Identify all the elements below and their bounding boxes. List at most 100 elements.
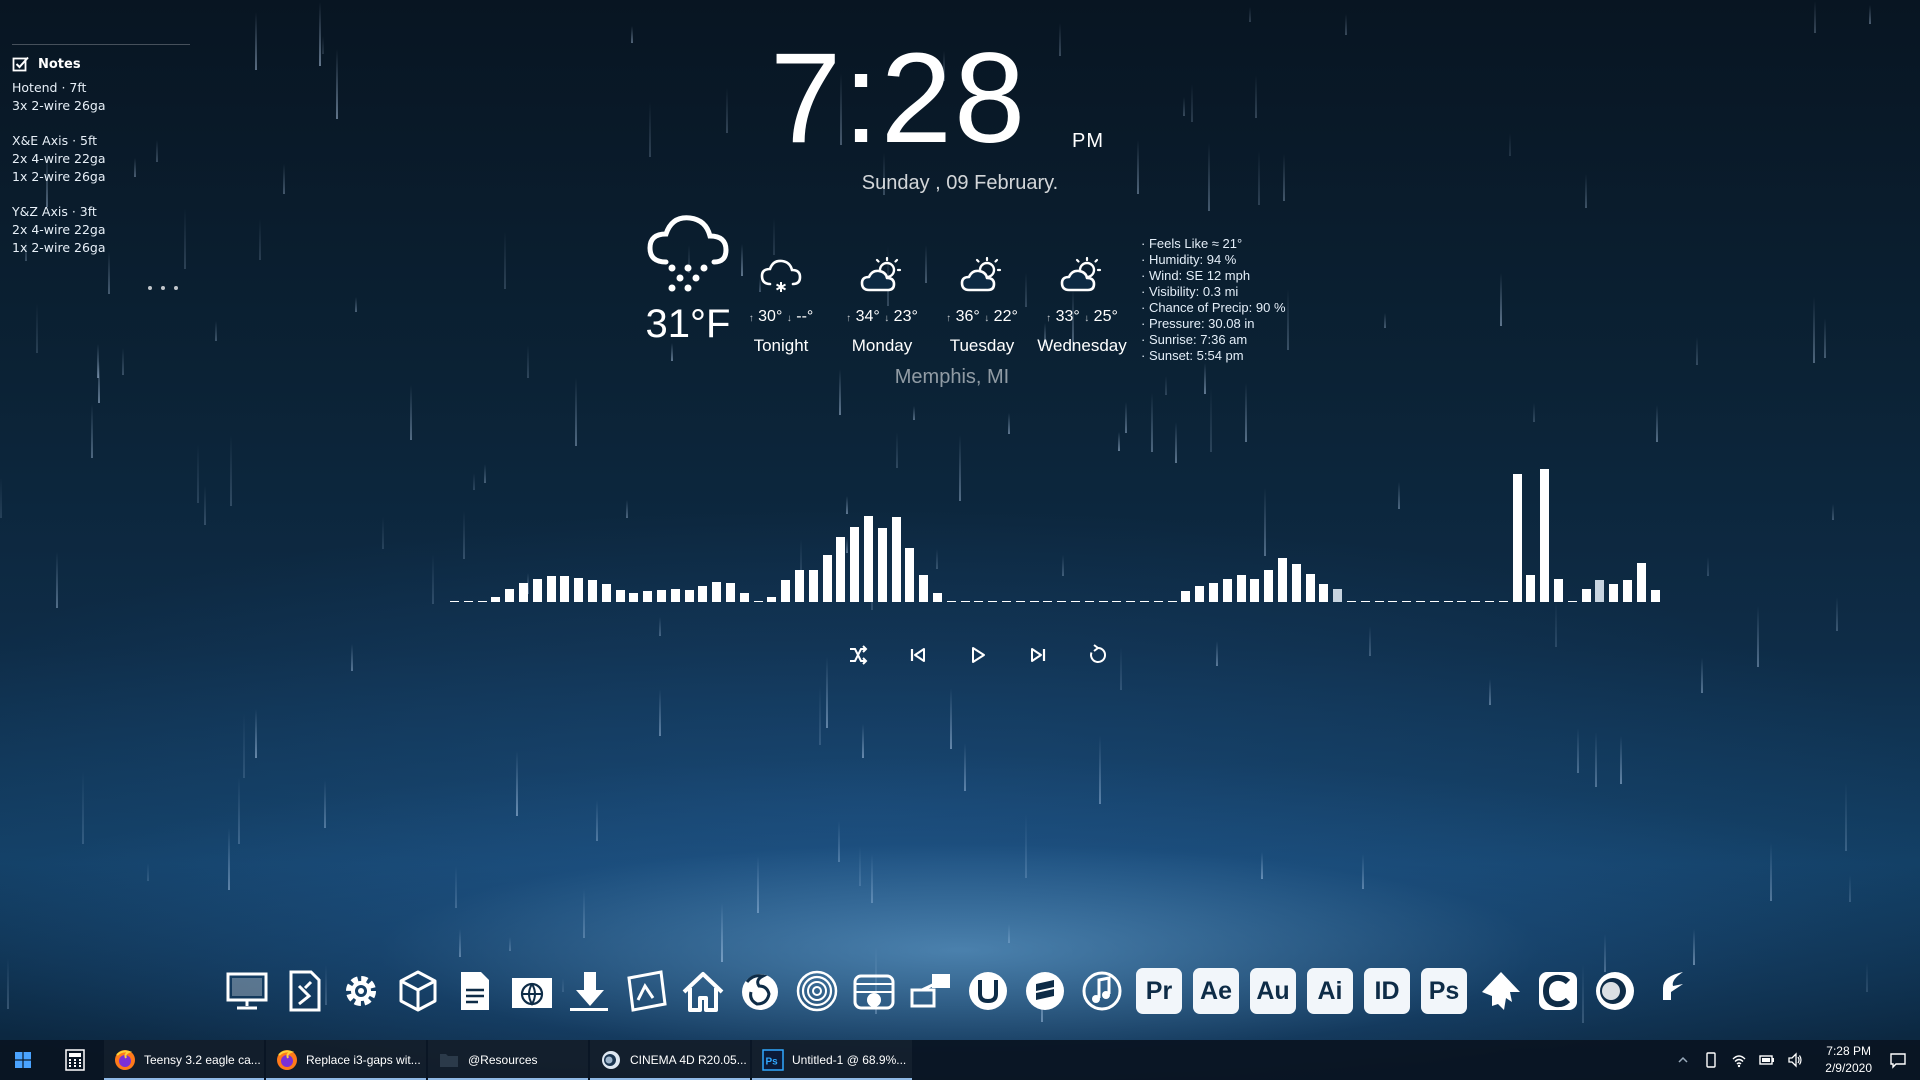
chevron-up-icon[interactable]: [1675, 1052, 1691, 1068]
note-line: 3x 2-wire 26ga: [12, 98, 106, 113]
shuffle-button[interactable]: [845, 642, 871, 668]
indesign-icon: ID: [1364, 968, 1410, 1014]
visualizer-bar: [1402, 600, 1412, 602]
visualizer-bar: [974, 600, 984, 602]
visualizer-bar: [767, 596, 777, 602]
dock-settings[interactable]: [337, 966, 385, 1016]
wifi-icon[interactable]: [1731, 1052, 1747, 1068]
partly-cloudy-icon: [860, 256, 902, 292]
dock-indesign[interactable]: ID: [1363, 966, 1411, 1016]
pinned-calculator[interactable]: [46, 1040, 104, 1080]
clock-date: Sunday , 09 February.: [861, 172, 1059, 194]
repeat-button[interactable]: [1085, 642, 1111, 668]
dock-crypto-wallet[interactable]: [850, 966, 898, 1016]
volume-icon[interactable]: [1787, 1052, 1803, 1068]
previous-button[interactable]: [905, 642, 931, 668]
dock-inkscape[interactable]: [1477, 966, 1525, 1016]
media-controls: [845, 642, 1111, 668]
firefox-icon: [115, 1050, 135, 1070]
dock-feather[interactable]: [1648, 966, 1696, 1016]
visualizer-bar: [891, 517, 901, 602]
note-entry[interactable]: Y&Z Axis · 3ft 2x 4-wire 22ga 1x 2-wire …: [12, 203, 190, 257]
dock-pictures[interactable]: [622, 966, 670, 1016]
dock-after-effects[interactable]: Ae: [1192, 966, 1240, 1016]
note-entry[interactable]: Hotend · 7ft 3x 2-wire 26ga: [12, 79, 190, 115]
taskbar: Teensy 3.2 eagle ca... Replace i3-gaps w…: [0, 1040, 1920, 1080]
taskbar-app[interactable]: Replace i3-gaps wit...: [266, 1040, 426, 1080]
taskbar-app[interactable]: @Resources: [428, 1040, 588, 1080]
notes-divider: [12, 44, 190, 45]
visualizer-bar: [1374, 600, 1384, 602]
forecast-range: ↑ 36° ↓ 22°: [946, 308, 1018, 325]
illustrator-icon: Ai: [1307, 968, 1353, 1014]
network-graph-icon: [910, 974, 950, 1008]
visualizer-bar: [1209, 583, 1218, 602]
dock-this-pc[interactable]: [223, 966, 271, 1016]
visualizer-bar: [1498, 600, 1508, 602]
dock-web-folder[interactable]: [508, 966, 556, 1016]
visualizer-bar: [588, 580, 597, 602]
dock-cinema4d[interactable]: [1591, 966, 1639, 1016]
visualizer-bar: [1416, 600, 1425, 602]
pictures-icon: [627, 970, 667, 1012]
play-button[interactable]: [965, 642, 991, 668]
taskbar-app-title: @Resources: [468, 1053, 538, 1067]
dock-ccleaner[interactable]: [1534, 966, 1582, 1016]
action-center-button[interactable]: [1876, 1040, 1920, 1080]
visualizer-bar: [1609, 584, 1619, 602]
next-button[interactable]: [1025, 642, 1051, 668]
dock-network-graph[interactable]: [907, 966, 955, 1016]
photoshop-icon: Ps: [762, 1049, 784, 1071]
dock-premiere[interactable]: Pr: [1135, 966, 1183, 1016]
start-button[interactable]: [0, 1040, 46, 1080]
visualizer-bar: [1112, 600, 1122, 602]
partly-cloudy-icon: [960, 256, 1002, 292]
clock-widget: 7:28 PM: [770, 34, 1140, 164]
taskbar-app[interactable]: Teensy 3.2 eagle ca...: [104, 1040, 264, 1080]
dock-illustrator[interactable]: Ai: [1306, 966, 1354, 1016]
previous-icon: [910, 648, 925, 662]
note-line: 2x 4-wire 22ga: [12, 222, 106, 237]
checkbox-icon: [12, 56, 29, 72]
visualizer-bar: [726, 583, 735, 602]
visualizer-bar: [1347, 600, 1356, 602]
notes-more-menu[interactable]: [148, 286, 178, 290]
battery-icon[interactable]: [1759, 1052, 1775, 1068]
notes-widget: Notes Hotend · 7ft 3x 2-wire 26ga X&E Ax…: [12, 44, 190, 274]
taskbar-app[interactable]: CINEMA 4D R20.05...: [590, 1040, 750, 1080]
dock-fingerprint[interactable]: [793, 966, 841, 1016]
visualizer-bar: [988, 600, 998, 602]
dock-file-editor[interactable]: [280, 966, 328, 1016]
taskbar-clock[interactable]: 7:28 PM 2/9/2020: [1825, 1043, 1872, 1077]
visualizer-bar: [1015, 600, 1025, 602]
dock-downloads[interactable]: [565, 966, 613, 1016]
detail-line: · Feels Like ≈ 21°: [1141, 236, 1243, 251]
visualizer-bar: [919, 575, 929, 602]
dock-utorrent[interactable]: [964, 966, 1012, 1016]
dock-music-player[interactable]: [1078, 966, 1126, 1016]
dock-home[interactable]: [679, 966, 727, 1016]
snow-cloud-icon: [647, 215, 729, 292]
note-line: 1x 2-wire 26ga: [12, 240, 106, 255]
visualizer-bar: [753, 600, 763, 602]
dock-audition[interactable]: Au: [1249, 966, 1297, 1016]
note-line: 2x 4-wire 22ga: [12, 151, 106, 166]
visualizer-bar: [1222, 579, 1232, 602]
visualizer-bar: [781, 580, 791, 602]
ccleaner-icon: [1539, 972, 1577, 1010]
visualizer-bar: [1512, 474, 1522, 602]
visualizer-bar: [864, 515, 873, 602]
dock-firefox[interactable]: [736, 966, 784, 1016]
visualizer-bar: [1581, 588, 1591, 602]
visualizer-bar: [1098, 600, 1108, 602]
dock-sublime[interactable]: [1021, 966, 1069, 1016]
visualizer-bar: [1636, 562, 1646, 602]
phone-icon[interactable]: [1703, 1052, 1719, 1068]
forecast-day: ↑ 36° ↓ 22° Tuesday: [932, 256, 1032, 356]
visualizer-bar: [601, 584, 611, 602]
taskbar-app[interactable]: Ps Untitled-1 @ 68.9%...: [752, 1040, 912, 1080]
visualizer-bar: [684, 589, 694, 602]
dock-3d-box[interactable]: [394, 966, 442, 1016]
dock-photoshop[interactable]: Ps: [1420, 966, 1468, 1016]
dock-documents[interactable]: [451, 966, 499, 1016]
